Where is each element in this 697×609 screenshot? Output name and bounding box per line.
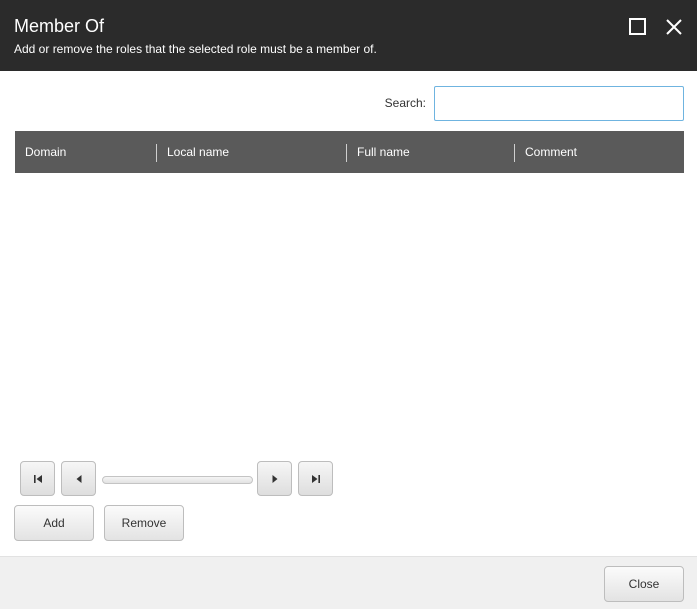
previous-page-button[interactable] [61, 461, 96, 496]
last-page-icon [312, 475, 320, 483]
column-header-domain[interactable]: Domain [25, 131, 66, 173]
close-dialog-button[interactable] [664, 17, 684, 37]
first-page-button[interactable] [20, 461, 55, 496]
dialog-subtitle: Add or remove the roles that the selecte… [14, 42, 377, 56]
maximize-icon [629, 18, 646, 35]
search-input[interactable] [434, 86, 684, 121]
column-header-local-name[interactable]: Local name [167, 131, 229, 173]
column-header-comment[interactable]: Comment [525, 131, 577, 173]
next-page-button[interactable] [257, 461, 292, 496]
add-button[interactable]: Add [14, 505, 94, 541]
search-label: Search: [384, 96, 426, 110]
grid-header: Domain Local name Full name Comment [15, 131, 684, 173]
pager-track[interactable] [102, 476, 253, 484]
dialog-footer: Close [0, 556, 697, 609]
column-separator [514, 144, 515, 162]
last-page-button[interactable] [298, 461, 333, 496]
first-page-icon [34, 475, 42, 483]
grid-body[interactable] [15, 173, 684, 453]
close-button[interactable]: Close [604, 566, 684, 602]
previous-page-icon [76, 475, 82, 483]
remove-button[interactable]: Remove [104, 505, 184, 541]
column-header-full-name[interactable]: Full name [357, 131, 410, 173]
column-separator [156, 144, 157, 162]
column-separator [346, 144, 347, 162]
maximize-button[interactable] [628, 17, 648, 37]
dialog-header: Member Of Add or remove the roles that t… [0, 0, 697, 71]
next-page-icon [272, 475, 278, 483]
close-icon [666, 19, 682, 35]
dialog-title: Member Of [14, 16, 105, 36]
